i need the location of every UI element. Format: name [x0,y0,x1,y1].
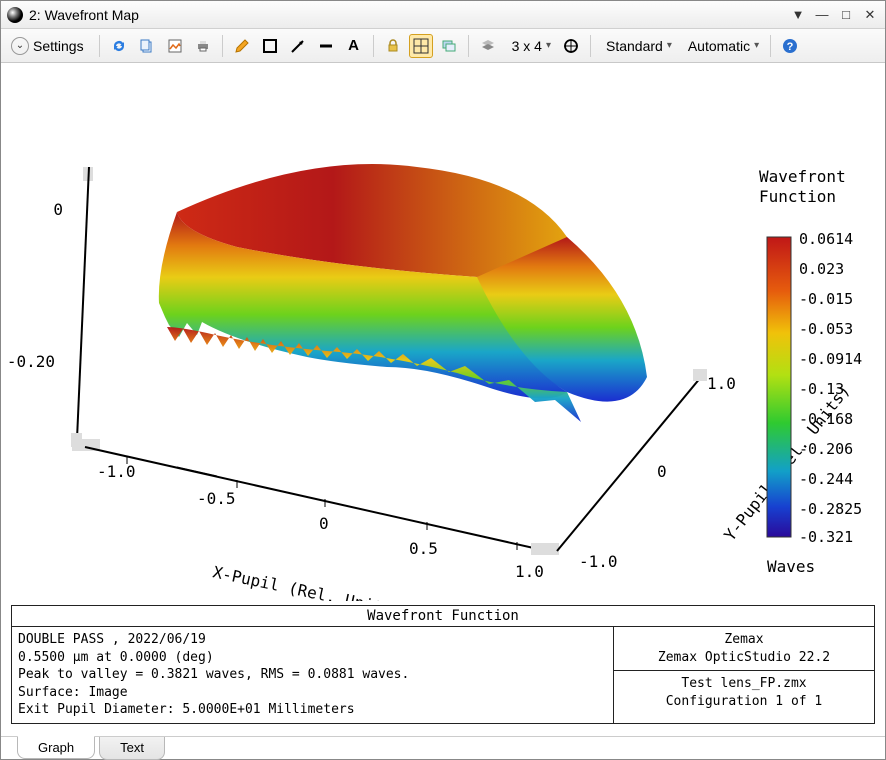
svg-text:-0.0914: -0.0914 [799,350,862,368]
bottom-tabs: Graph Text [1,736,885,760]
separator [99,35,100,57]
automatic-dropdown[interactable]: Automatic [680,34,763,58]
app-icon [7,7,23,23]
y-tick-2: 1.0 [707,374,736,393]
colorbar-ticks: 0.0614 0.023 -0.015 -0.053 -0.0914 -0.13… [799,230,862,546]
tab-text[interactable]: Text [99,737,165,760]
target-icon [563,38,579,54]
separator [468,35,469,57]
square-icon [262,38,278,54]
chevron-down-icon: ⌄ [11,37,29,55]
help-icon: ? [782,38,798,54]
text-tool-button[interactable]: A [342,34,366,58]
standard-dropdown[interactable]: Standard [598,34,676,58]
separator [373,35,374,57]
lock-button[interactable] [381,34,405,58]
title-bar: 2: Wavefront Map ▼ — □ ✕ [1,1,885,29]
x-tick-1: -0.5 [197,489,236,508]
refresh-icon [111,38,127,54]
target-button[interactable] [559,34,583,58]
svg-text:0.0614: 0.0614 [799,230,853,248]
settings-button[interactable]: ⌄ Settings [7,34,92,58]
separator [222,35,223,57]
tab-graph[interactable]: Graph [17,736,95,759]
windows-icon [441,38,457,54]
svg-text:-0.168: -0.168 [799,410,853,428]
z-tick-1: -0.20 [7,352,55,371]
info-header: Wavefront Function [12,606,874,627]
rectangle-tool-button[interactable] [258,34,282,58]
copy-button[interactable] [135,34,159,58]
plot-area[interactable]: 0 -0.20 -1.0 -0.5 0 0.5 1.0 X-Pupil (Rel… [1,63,885,605]
colorbar-units: Waves [767,557,815,576]
svg-text:-0.053: -0.053 [799,320,853,338]
dropdown-button[interactable]: ▼ [789,6,807,24]
x-tick-3: 0.5 [409,539,438,558]
print-icon [195,38,211,54]
line-icon [318,38,334,54]
arrow-icon [290,38,306,54]
separator [770,35,771,57]
svg-text:-0.244: -0.244 [799,470,853,488]
info-right-software: Zemax Zemax OpticStudio 22.2 [614,627,874,671]
standard-label: Standard [602,38,667,54]
pencil-tool-button[interactable] [230,34,254,58]
colorbar-legend: Wavefront Function 0.0614 0.023 -0.015 -… [759,167,862,576]
copy-icon [139,38,155,54]
svg-text:0.023: 0.023 [799,260,844,278]
info-left-text: DOUBLE PASS , 2022/06/19 0.5500 µm at 0.… [12,627,614,723]
save-image-button[interactable] [163,34,187,58]
minimize-button[interactable]: — [813,6,831,24]
toolbar: ⌄ Settings A 3 x 4 [1,29,885,63]
grid-size-dropdown[interactable]: 3 x 4 [504,34,555,58]
z-axis: 0 -0.20 [7,167,93,447]
x-axis-label: X-Pupil (Rel. Units) [211,562,403,601]
close-button[interactable]: ✕ [861,6,879,24]
text-icon: A [348,37,359,54]
pencil-icon [234,38,250,54]
grid-size-label: 3 x 4 [508,38,546,54]
legend-title-2: Function [759,187,836,206]
maximize-button[interactable]: □ [837,6,855,24]
separator [590,35,591,57]
arrow-tool-button[interactable] [286,34,310,58]
y-tick-0: -1.0 [579,552,618,571]
svg-text:-0.321: -0.321 [799,528,853,546]
window-title: 2: Wavefront Map [29,7,139,23]
print-button[interactable] [191,34,215,58]
svg-text:?: ? [787,41,794,53]
y-tick-1: 0 [657,462,667,481]
colorbar [767,237,791,537]
surface [159,164,647,422]
window-layout-button[interactable] [437,34,461,58]
lock-icon [385,38,401,54]
wavefront-3d-plot: 0 -0.20 -1.0 -0.5 0 0.5 1.0 X-Pupil (Rel… [7,67,881,601]
fit-icon [413,38,429,54]
refresh-button[interactable] [107,34,131,58]
svg-text:-0.13: -0.13 [799,380,844,398]
fit-view-button[interactable] [409,34,433,58]
info-right: Zemax Zemax OpticStudio 22.2 Test lens_F… [614,627,874,723]
svg-text:-0.206: -0.206 [799,440,853,458]
z-tick-0: 0 [53,200,63,219]
x-tick-4: 1.0 [515,562,544,581]
svg-text:-0.2825: -0.2825 [799,500,862,518]
layers-icon [480,38,496,54]
info-right-file: Test lens_FP.zmx Configuration 1 of 1 [614,671,874,714]
info-panel: Wavefront Function DOUBLE PASS , 2022/06… [11,605,875,724]
x-axis: -1.0 -0.5 0 0.5 1.0 X-Pupil (Rel. Units) [72,439,559,601]
line-tool-button[interactable] [314,34,338,58]
x-tick-2: 0 [319,514,329,533]
x-tick-0: -1.0 [97,462,136,481]
layers-button[interactable] [476,34,500,58]
settings-label: Settings [29,38,88,54]
legend-title-1: Wavefront [759,167,846,186]
save-image-icon [167,38,183,54]
automatic-label: Automatic [684,38,754,54]
help-button[interactable]: ? [778,34,802,58]
svg-text:-0.015: -0.015 [799,290,853,308]
